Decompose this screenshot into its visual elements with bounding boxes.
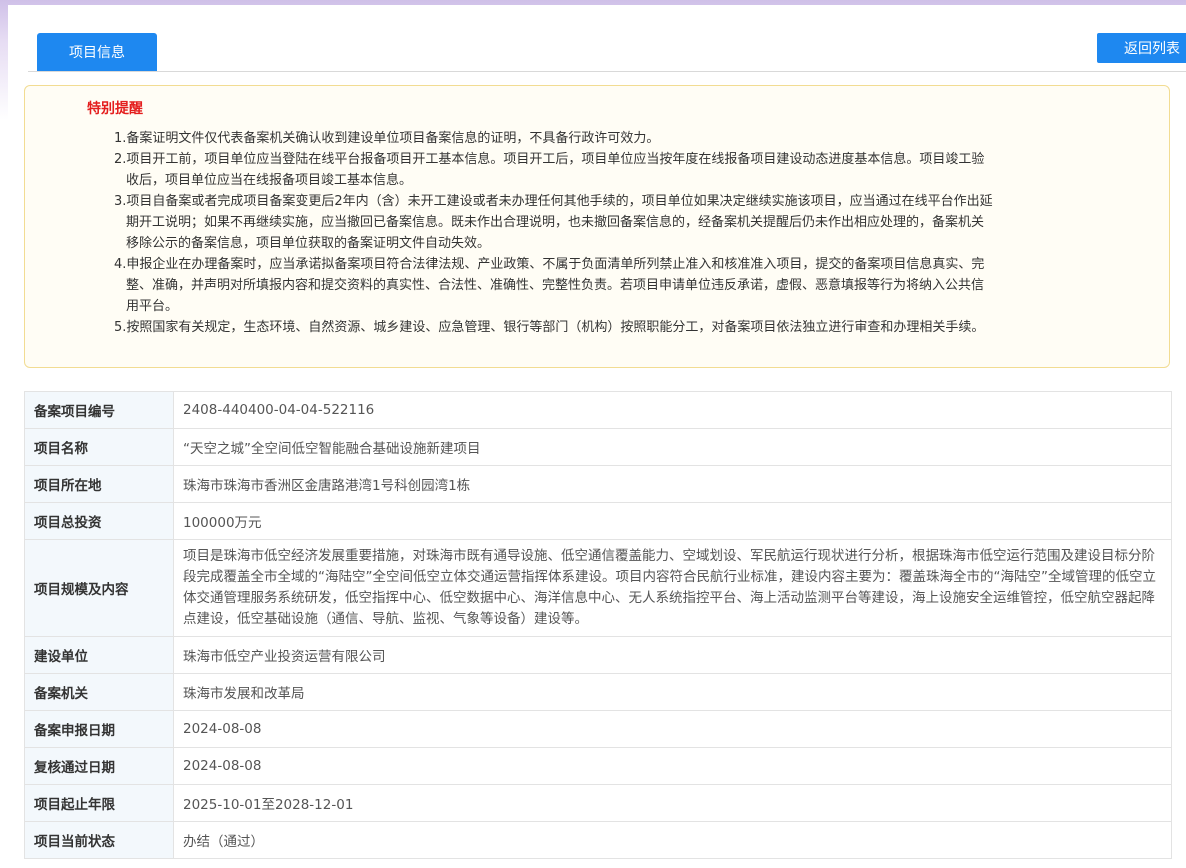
project-info-table: 备案项目编号 2408-440400-04-04-522116 项目名称 “天空… — [24, 391, 1172, 859]
field-value: 珠海市珠海市香洲区金唐路港湾1号科创园湾1栋 — [173, 465, 1172, 503]
field-label: 项目总投资 — [24, 502, 174, 540]
field-value: “天空之城”全空间低空智能融合基础设施新建项目 — [173, 428, 1172, 466]
special-notice-box: 特别提醒 1.备案证明文件仅代表备案机关确认收到建设单位项目备案信息的证明，不具… — [24, 85, 1170, 368]
tab-project-info[interactable]: 项目信息 — [37, 33, 157, 71]
table-row: 项目名称 “天空之城”全空间低空智能融合基础设施新建项目 — [24, 428, 1172, 466]
field-label: 复核通过日期 — [24, 747, 174, 785]
scope-content-text: 项目是珠海市低空经济发展重要措施，对珠海市既有通导设施、低空通信覆盖能力、空域划… — [183, 548, 1156, 627]
table-row: 项目规模及内容 项目是珠海市低空经济发展重要措施，对珠海市既有通导设施、低空通信… — [24, 539, 1172, 637]
table-row: 项目总投资 100000万元 — [24, 502, 1172, 540]
notice-title: 特别提醒 — [87, 101, 143, 117]
notice-item: 5.按照国家有关规定，生态环境、自然资源、城乡建设、应急管理、银行等部门（机构）… — [114, 320, 985, 335]
field-value: 珠海市低空产业投资运营有限公司 — [173, 636, 1172, 674]
table-row: 项目所在地 珠海市珠海市香洲区金唐路港湾1号科创园湾1栋 — [24, 465, 1172, 503]
field-value: 项目是珠海市低空经济发展重要措施，对珠海市既有通导设施、低空通信覆盖能力、空域划… — [173, 539, 1172, 637]
field-label: 项目规模及内容 — [24, 539, 174, 637]
field-value: 办结（通过） — [173, 821, 1172, 859]
field-value: 2024-08-08 — [173, 710, 1172, 748]
field-value: 2025-10-01至2028-12-01 — [173, 784, 1172, 822]
notice-item: 2.项目开工前，项目单位应当登陆在线平台报备项目开工基本信息。项目开工后，项目单… — [114, 152, 985, 188]
table-row: 备案申报日期 2024-08-08 — [24, 710, 1172, 748]
table-row: 复核通过日期 2024-08-08 — [24, 747, 1172, 785]
field-label: 项目名称 — [24, 428, 174, 466]
field-value: 珠海市发展和改革局 — [173, 673, 1172, 711]
table-row: 项目当前状态 办结（通过） — [24, 821, 1172, 859]
back-to-list-button[interactable]: 返回列表 — [1097, 33, 1186, 63]
field-label: 项目起止年限 — [24, 784, 174, 822]
field-label: 项目当前状态 — [24, 821, 174, 859]
field-label: 备案申报日期 — [24, 710, 174, 748]
notice-list: 1.备案证明文件仅代表备案机关确认收到建设单位项目备案信息的证明，不具备行政许可… — [114, 128, 994, 338]
notice-item: 4.申报企业在办理备案时，应当承诺拟备案项目符合法律法规、产业政策、不属于负面清… — [114, 257, 985, 314]
notice-item: 3.项目自备案或者完成项目备案变更后2年内（含）未开工建设或者未办理任何其他手续… — [114, 194, 993, 251]
table-row: 备案机关 珠海市发展和改革局 — [24, 673, 1172, 711]
table-row: 建设单位 珠海市低空产业投资运营有限公司 — [24, 636, 1172, 674]
field-label: 项目所在地 — [24, 465, 174, 503]
table-row: 项目起止年限 2025-10-01至2028-12-01 — [24, 784, 1172, 822]
field-label: 建设单位 — [24, 636, 174, 674]
field-label: 备案项目编号 — [24, 391, 174, 429]
field-value: 2024-08-08 — [173, 747, 1172, 785]
field-value: 2408-440400-04-04-522116 — [173, 391, 1172, 429]
tab-bar: 项目信息 返回列表 — [28, 5, 1186, 72]
field-value: 100000万元 — [173, 502, 1172, 540]
field-label: 备案机关 — [24, 673, 174, 711]
table-row: 备案项目编号 2408-440400-04-04-522116 — [24, 391, 1172, 429]
notice-item: 1.备案证明文件仅代表备案机关确认收到建设单位项目备案信息的证明，不具备行政许可… — [114, 131, 660, 146]
